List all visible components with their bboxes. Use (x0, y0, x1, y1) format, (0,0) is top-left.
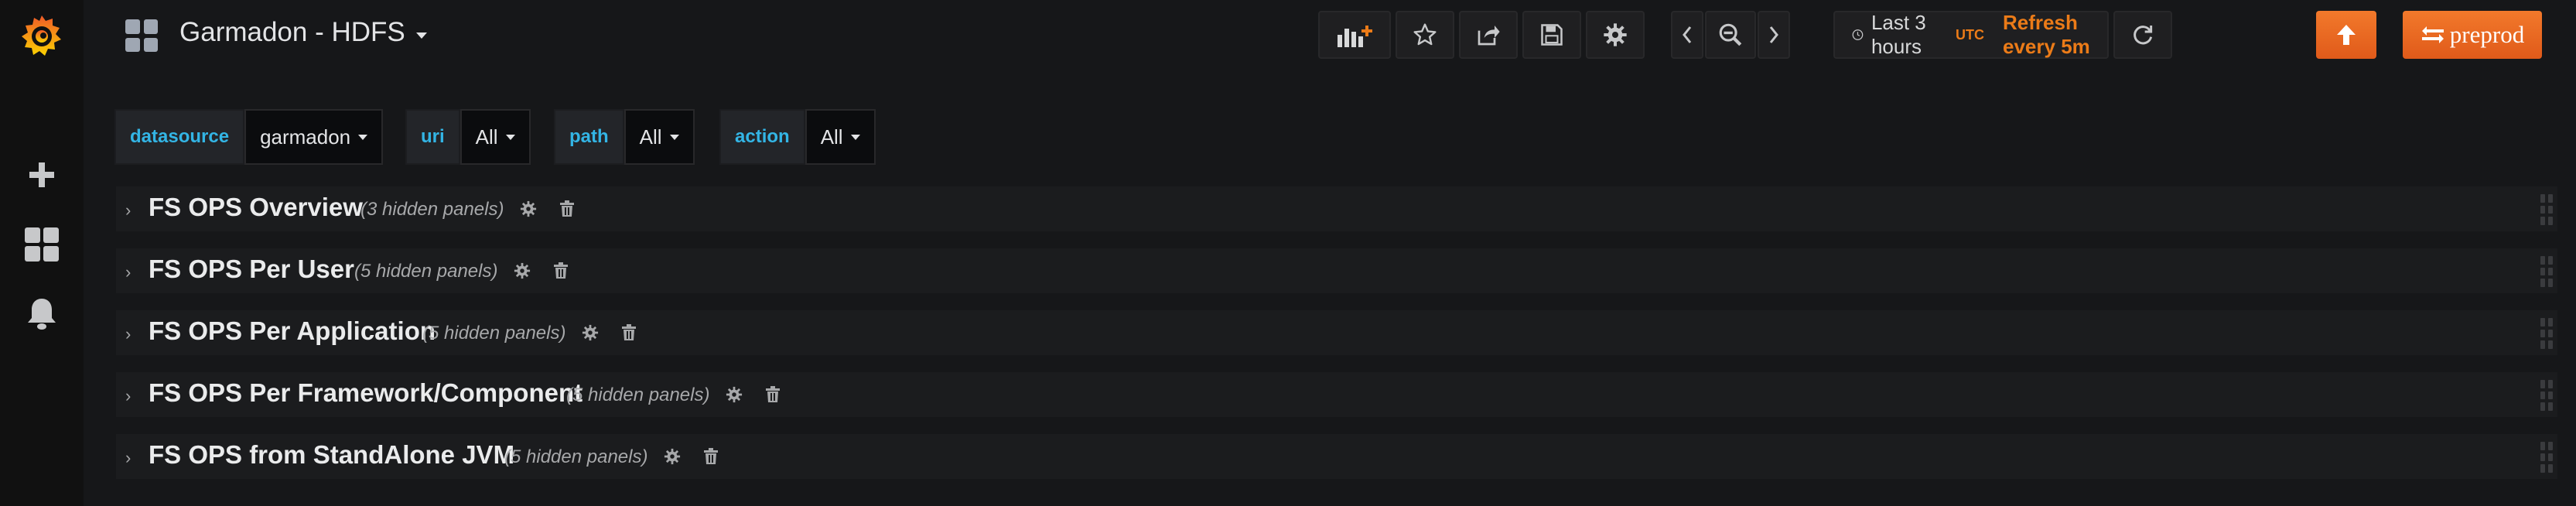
refresh-button[interactable] (2113, 11, 2172, 59)
star-button[interactable] (1396, 11, 1454, 59)
variable-value: All (639, 125, 662, 149)
star-icon (1413, 23, 1437, 46)
row-hidden-count: (5 hidden panels) (566, 385, 710, 405)
top-navbar: Garmadon - HDFS Last 3 hours UTC Refresh… (84, 0, 2576, 71)
row-title[interactable]: FS OPS from StandAlone JVM (149, 440, 514, 470)
variable-value: All (475, 125, 498, 149)
save-button[interactable] (1522, 11, 1581, 59)
dashboard-row[interactable]: › FS OPS from StandAlone JVM (5 hidden p… (116, 434, 2557, 479)
row-drag-handle[interactable] (2540, 380, 2553, 411)
dashboard-row[interactable]: › FS OPS Per User (5 hidden panels) (116, 248, 2557, 293)
variable-path: path All (554, 109, 695, 165)
variable-label: path (554, 109, 624, 165)
dashboard-row[interactable]: › FS OPS Per Application (5 hidden panel… (116, 310, 2557, 355)
row-hidden-count: (5 hidden panels) (504, 446, 648, 467)
chevron-down-icon (505, 134, 515, 140)
row-delete-icon[interactable] (619, 323, 639, 343)
dashboard-row[interactable]: › FS OPS Per Framework/Component (5 hidd… (116, 372, 2557, 417)
add-panel-icon (1338, 26, 1372, 47)
grafana-logo-icon (22, 15, 61, 56)
time-range-label: Last 3 hours (1871, 11, 1926, 58)
refresh-interval-label: Refresh every 5m (2003, 11, 2090, 58)
row-settings-icon[interactable] (512, 261, 532, 281)
variable-value: garmadon (260, 125, 351, 149)
row-title[interactable]: FS OPS Per Application (149, 316, 436, 346)
row-drag-handle[interactable] (2540, 194, 2553, 225)
chevron-down-icon (358, 134, 368, 140)
time-range-picker[interactable]: Last 3 hours UTC Refresh every 5m (1833, 11, 2109, 59)
chevron-right-icon (1769, 26, 1778, 43)
row-hidden-count: (5 hidden panels) (354, 261, 498, 282)
row-delete-icon[interactable] (557, 199, 577, 219)
share-button[interactable] (1459, 11, 1518, 59)
dashboard-title-label: Garmadon - HDFS (179, 17, 405, 47)
gear-icon (1604, 23, 1627, 46)
chevron-right-icon: › (125, 262, 132, 282)
variable-label: action (719, 109, 805, 165)
time-back-button[interactable] (1671, 11, 1703, 59)
row-drag-handle[interactable] (2540, 442, 2553, 473)
variable-select-uri[interactable]: All (460, 109, 531, 165)
dashboards-icon (25, 227, 59, 262)
row-title[interactable]: FS OPS Per User (149, 255, 354, 284)
row-settings-icon[interactable] (724, 385, 744, 405)
variable-select-path[interactable]: All (624, 109, 695, 165)
time-forward-button[interactable] (1758, 11, 1790, 59)
variable-uri: uri All (405, 109, 531, 165)
variable-select-action[interactable]: All (805, 109, 876, 165)
row-hidden-count: (5 hidden panels) (422, 323, 566, 344)
row-delete-icon[interactable] (763, 385, 783, 405)
variable-label: uri (405, 109, 460, 165)
zoom-out-button[interactable] (1705, 11, 1756, 59)
row-settings-icon[interactable] (662, 446, 682, 467)
row-title[interactable]: FS OPS Per Framework/Component (149, 378, 583, 408)
chevron-left-icon (1683, 26, 1692, 43)
sidebar-item-dashboards[interactable] (0, 221, 84, 268)
timezone-badge: UTC (1956, 26, 1985, 43)
plus-icon (29, 162, 54, 187)
row-drag-handle[interactable] (2540, 318, 2553, 349)
sidebar-item-create[interactable] (0, 152, 84, 198)
grafana-logo[interactable] (0, 9, 84, 63)
zoom-out-icon (1719, 23, 1742, 46)
bell-icon (28, 299, 56, 330)
row-drag-handle[interactable] (2540, 256, 2553, 287)
refresh-icon (2134, 26, 2153, 45)
variable-action: action All (719, 109, 876, 165)
arrow-up-icon (2337, 25, 2356, 45)
dashboard-grid-icon[interactable] (125, 19, 158, 52)
chevron-down-icon (415, 32, 427, 39)
dashboard-title[interactable]: Garmadon - HDFS (179, 17, 427, 48)
chevron-right-icon: › (125, 448, 132, 467)
save-icon (1541, 24, 1563, 46)
variable-datasource: datasource garmadon (114, 109, 384, 165)
exchange-icon (2421, 26, 2444, 43)
row-hidden-count: (3 hidden panels) (360, 199, 504, 220)
sidebar (0, 0, 84, 506)
row-delete-icon[interactable] (551, 261, 571, 281)
dashboard-settings-button[interactable] (1586, 11, 1645, 59)
clock-icon (1852, 29, 1864, 40)
add-panel-button[interactable] (1318, 11, 1391, 59)
variable-value: All (820, 125, 843, 149)
row-settings-icon[interactable] (580, 323, 600, 343)
row-title[interactable]: FS OPS Overview (149, 193, 363, 222)
row-settings-icon[interactable] (518, 199, 538, 219)
row-delete-icon[interactable] (701, 446, 721, 467)
upload-button[interactable] (2316, 11, 2376, 59)
main: Garmadon - HDFS Last 3 hours UTC Refresh… (84, 0, 2576, 506)
share-icon (1478, 26, 1500, 46)
chevron-down-icon (850, 134, 860, 140)
variable-select-datasource[interactable]: garmadon (244, 109, 384, 165)
preprod-link-button[interactable]: preprod (2403, 11, 2542, 59)
chevron-right-icon: › (125, 324, 132, 344)
variable-label: datasource (114, 109, 245, 165)
chevron-down-icon (669, 134, 679, 140)
chevron-right-icon: › (125, 200, 132, 220)
dashboard-row[interactable]: › FS OPS Overview (3 hidden panels) (116, 186, 2557, 231)
preprod-label: preprod (2449, 21, 2525, 48)
chevron-right-icon: › (125, 386, 132, 405)
sidebar-item-alerting[interactable] (0, 291, 84, 337)
